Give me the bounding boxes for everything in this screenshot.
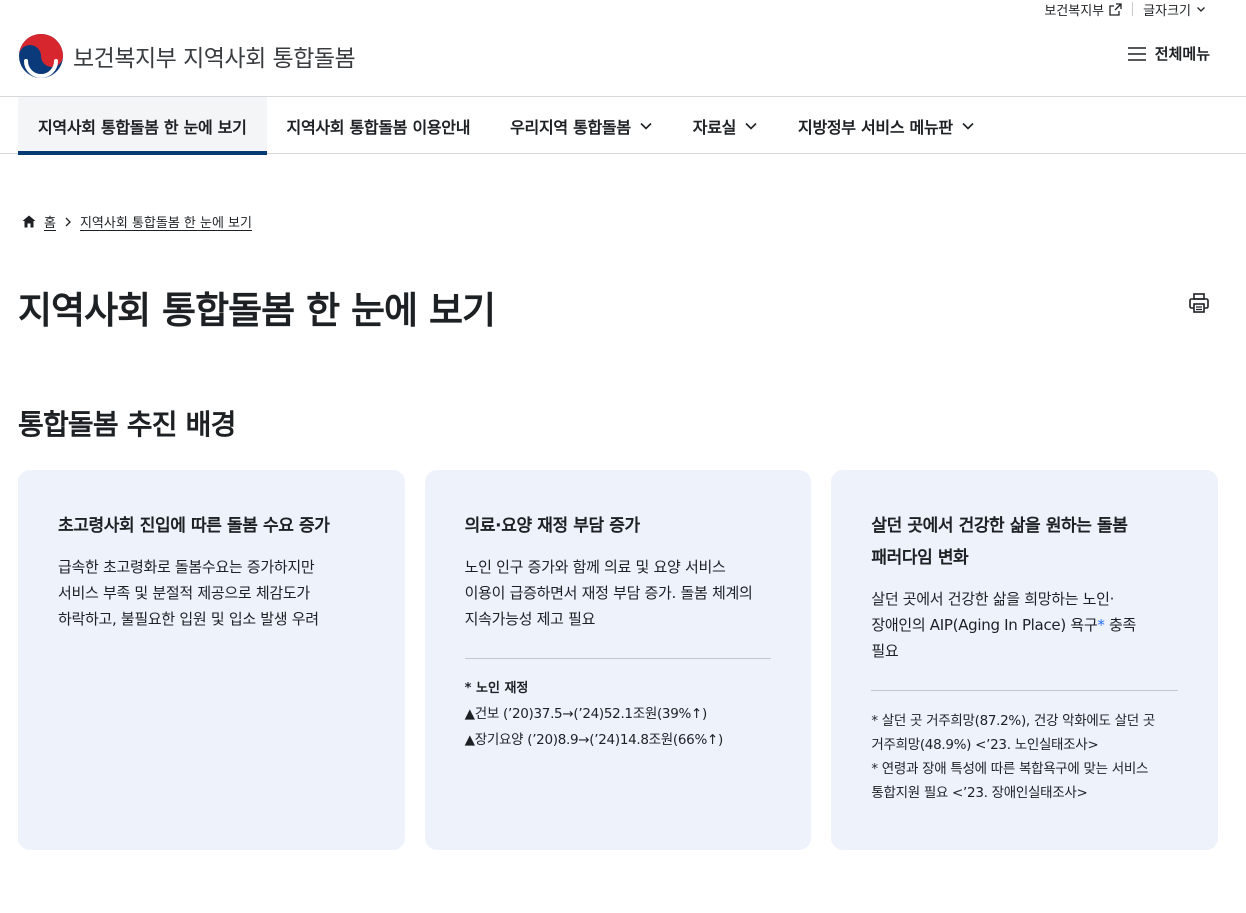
gnb-item-guide[interactable]: 지역사회 통합돌봄 이용안내	[267, 97, 491, 154]
card-desc-line: 살던 곳에서 건강한 삶을 희망하는 노인·	[871, 590, 1115, 608]
card-title: 의료·요양 재정 부담 증가	[464, 516, 640, 536]
card-divider	[871, 690, 1179, 691]
breadcrumb-home[interactable]: 홈	[44, 212, 56, 231]
divider	[1132, 2, 1134, 16]
section-title: 통합돌봄 추진 배경	[18, 408, 236, 441]
card-desc-line: 하락하고, 불필요한 입원 및 입소 발생 우려	[58, 610, 319, 628]
utility-bar: 보건복지부 글자크기	[1044, 0, 1206, 19]
gnb-item-label: 자료실	[692, 117, 737, 137]
home-icon	[22, 215, 36, 228]
hamburger-icon	[1127, 46, 1146, 61]
external-link-icon	[1109, 2, 1122, 16]
chevron-down-icon	[745, 122, 757, 130]
chevron-down-icon	[640, 122, 652, 130]
print-button[interactable]	[1188, 292, 1210, 318]
card-desc-line: 급속한 초고령화로 돌봄수요는 증가하지만	[58, 558, 315, 576]
note-title: * 노인 재정	[464, 681, 529, 696]
note-line: * 살던 곳 거주희망(87.2%), 건강 악화에도 살던 곳	[871, 713, 1155, 729]
card-description: 급속한 초고령화로 돌봄수요는 증가하지만 서비스 부족 및 분절적 제공으로 …	[58, 554, 365, 632]
card-title-line: 살던 곳에서 건강한 삶을 원하는 돌봄	[871, 516, 1128, 536]
all-menu-label: 전체메뉴	[1154, 45, 1210, 63]
gnb-item-local[interactable]: 우리지역 통합돌봄	[490, 97, 673, 154]
site-logo[interactable]: 보건복지부 지역사회 통합돌봄	[18, 33, 356, 79]
card-desc-line: 노인 인구 증가와 함께 의료 및 요양 서비스	[464, 558, 726, 576]
note-line: ▲장기요양 (’20)8.9→(’24)14.8조원(66%↑)	[464, 732, 724, 748]
card-divider	[464, 658, 772, 659]
breadcrumb: 홈 지역사회 통합돌봄 한 눈에 보기	[22, 212, 252, 231]
note-line: 거주희망(48.9%) <’23. 노인실태조사>	[871, 737, 1099, 753]
card-desc-line: 장애인의 AIP(Aging In Place) 욕구* 충족	[871, 612, 1178, 638]
note-line: ▲건보 (’20)37.5→(’24)52.1조원(39%↑)	[464, 706, 708, 722]
print-icon	[1189, 293, 1209, 313]
card-title-line: 패러다임 변화	[871, 548, 969, 568]
gnb-item-archive[interactable]: 자료실	[673, 97, 778, 154]
all-menu-button[interactable]: 전체메뉴	[1127, 43, 1210, 64]
note-line: * 연령과 장애 특성에 따른 복합욕구에 맞는 서비스	[871, 761, 1149, 777]
card-description: 살던 곳에서 건강한 삶을 희망하는 노인· 장애인의 AIP(Aging In…	[871, 586, 1178, 664]
card-desc-line: 서비스 부족 및 분절적 제공으로 체감도가	[58, 584, 310, 602]
card-desc-text: 장애인의 AIP(Aging In Place) 욕구	[871, 616, 1098, 634]
card-super-aged: 초고령사회 진입에 따른 돌봄 수요 증가 급속한 초고령화로 돌봄수요는 증가…	[18, 470, 405, 850]
taegeuk-emblem-icon	[19, 34, 63, 78]
card-desc-line: 필요	[871, 642, 899, 660]
card-finance-burden: 의료·요양 재정 부담 증가 노인 인구 증가와 함께 의료 및 요양 서비스 …	[424, 470, 812, 850]
gnb-item-label: 지방정부 서비스 메뉴판	[798, 117, 953, 137]
chevron-right-icon	[65, 217, 71, 226]
card-title: 살던 곳에서 건강한 삶을 원하는 돌봄 패러다임 변화	[871, 510, 1178, 574]
ministry-link[interactable]: 보건복지부	[1044, 0, 1122, 19]
card-desc-line: 이용이 급증하면서 재정 부담 증가. 돌봄 체계의	[464, 584, 753, 602]
card-paradigm-shift: 살던 곳에서 건강한 삶을 원하는 돌봄 패러다임 변화 살던 곳에서 건강한 …	[831, 470, 1219, 850]
gnb-item-overview[interactable]: 지역사회 통합돌봄 한 눈에 보기	[18, 97, 267, 155]
gnb-item-service-menu[interactable]: 지방정부 서비스 메뉴판	[778, 97, 995, 154]
chevron-down-icon	[1197, 7, 1205, 12]
card-desc-line: 지속가능성 제고 필요	[464, 610, 596, 628]
logo-text: 보건복지부 지역사회 통합돌봄	[73, 46, 356, 72]
gnb-item-label: 지역사회 통합돌봄 이용안내	[286, 117, 471, 137]
breadcrumb-current[interactable]: 지역사회 통합돌봄 한 눈에 보기	[80, 212, 252, 231]
background-cards: 초고령사회 진입에 따른 돌봄 수요 증가 급속한 초고령화로 돌봄수요는 증가…	[18, 470, 1219, 850]
page-title: 지역사회 통합돌봄 한 눈에 보기	[18, 289, 496, 332]
ministry-link-label: 보건복지부	[1044, 3, 1105, 19]
card-title: 초고령사회 진입에 따른 돌봄 수요 증가	[58, 516, 330, 536]
main-navigation: 지역사회 통합돌봄 한 눈에 보기 지역사회 통합돌봄 이용안내 우리지역 통합…	[0, 96, 1246, 155]
gnb-item-label: 지역사회 통합돌봄 한 눈에 보기	[38, 117, 247, 137]
font-size-label: 글자크기	[1143, 3, 1191, 19]
card-desc-text: 충족	[1104, 616, 1137, 634]
card-description: 노인 인구 증가와 함께 의료 및 요양 서비스 이용이 급증하면서 재정 부담…	[465, 554, 772, 632]
gnb-item-label: 우리지역 통합돌봄	[510, 117, 631, 137]
gnb-list: 지역사회 통합돌봄 한 눈에 보기 지역사회 통합돌봄 이용안내 우리지역 통합…	[18, 97, 995, 155]
note-line: 통합지원 필요 <’23. 장애인실태조사>	[871, 785, 1088, 801]
chevron-down-icon	[962, 122, 974, 130]
footnote-marker: *	[1097, 616, 1105, 634]
font-size-button[interactable]: 글자크기	[1143, 0, 1206, 19]
